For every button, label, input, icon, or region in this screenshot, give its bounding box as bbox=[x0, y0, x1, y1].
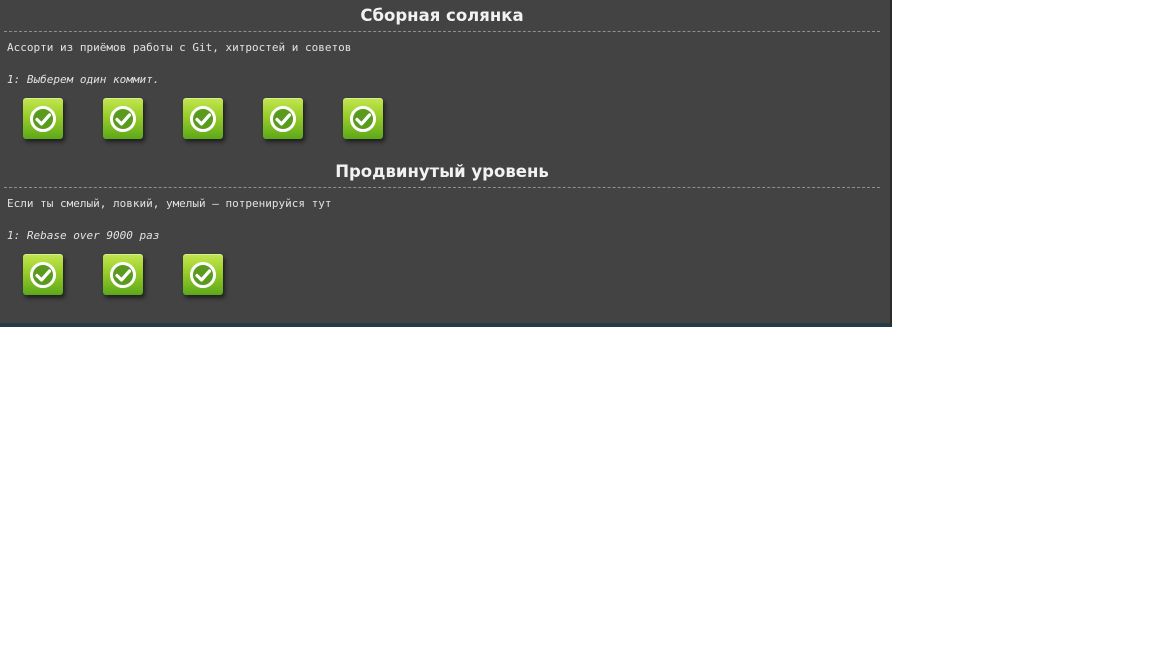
selected-level-name: 1: Выберем один коммит. bbox=[7, 73, 160, 86]
checkmark-circle-icon bbox=[30, 106, 56, 132]
section-mixed-bag: Сборная солянка Ассорти из приёмов работ… bbox=[0, 0, 890, 142]
checkmark-circle-icon bbox=[190, 106, 216, 132]
section-description: Ассорти из приёмов работы с Git, хитрост… bbox=[7, 41, 352, 54]
section-advanced: Продвинутый уровень Если ты смелый, ловк… bbox=[0, 156, 890, 298]
level-button-3[interactable] bbox=[183, 254, 223, 295]
checkmark-circle-icon bbox=[110, 106, 136, 132]
selected-level-name: 1: Rebase over 9000 раз bbox=[7, 229, 160, 242]
level-select-panel: Сборная солянка Ассорти из приёмов работ… bbox=[0, 0, 892, 327]
level-button-3[interactable] bbox=[183, 98, 223, 139]
checkmark-circle-icon bbox=[190, 262, 216, 288]
level-buttons bbox=[0, 98, 890, 142]
level-button-4[interactable] bbox=[263, 98, 303, 139]
level-button-2[interactable] bbox=[103, 98, 143, 139]
level-buttons bbox=[0, 254, 890, 298]
checkmark-circle-icon bbox=[270, 106, 296, 132]
level-button-1[interactable] bbox=[23, 254, 63, 295]
level-button-5[interactable] bbox=[343, 98, 383, 139]
section-title: Сборная солянка bbox=[4, 0, 880, 32]
checkmark-circle-icon bbox=[350, 106, 376, 132]
section-title: Продвинутый уровень bbox=[4, 156, 880, 188]
checkmark-circle-icon bbox=[110, 262, 136, 288]
level-button-2[interactable] bbox=[103, 254, 143, 295]
section-description: Если ты смелый, ловкий, умелый – потрени… bbox=[7, 197, 332, 210]
checkmark-circle-icon bbox=[30, 262, 56, 288]
level-button-1[interactable] bbox=[23, 98, 63, 139]
